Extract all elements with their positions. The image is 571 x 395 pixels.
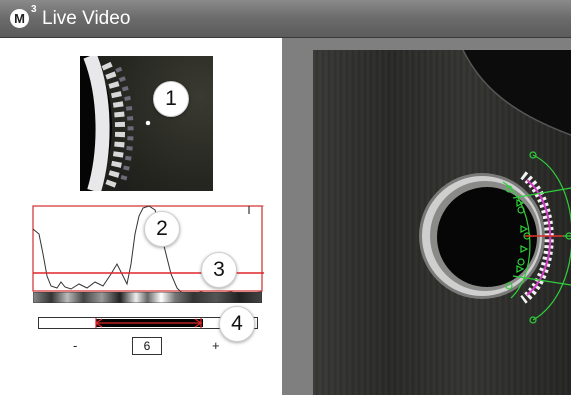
title-bar: M 3 Live Video	[0, 0, 571, 38]
edge-tool-panel: 1 2 3 4 - 6 +	[0, 38, 282, 395]
logo-superscript: 3	[31, 4, 37, 15]
m3-logo: M 3	[10, 4, 37, 29]
callout-4: 4	[219, 306, 255, 342]
increment-button[interactable]: +	[212, 338, 220, 353]
zoom-view-image	[80, 56, 213, 191]
window-title: Live Video	[42, 8, 131, 29]
callout-2: 2	[144, 211, 180, 247]
live-video-window: M 3 Live Video 1 2 3 4 - 6 +	[0, 0, 571, 395]
zoom-view: 1	[80, 56, 213, 191]
camera-image	[313, 50, 571, 395]
decrement-button[interactable]: -	[73, 338, 77, 353]
callout-1: 1	[153, 81, 189, 117]
live-video-view[interactable]	[313, 50, 571, 395]
callout-3: 3	[201, 252, 237, 288]
edge-width-value[interactable]: 6	[132, 337, 162, 355]
logo-letter: M	[10, 9, 29, 28]
intensity-strip	[33, 292, 262, 303]
